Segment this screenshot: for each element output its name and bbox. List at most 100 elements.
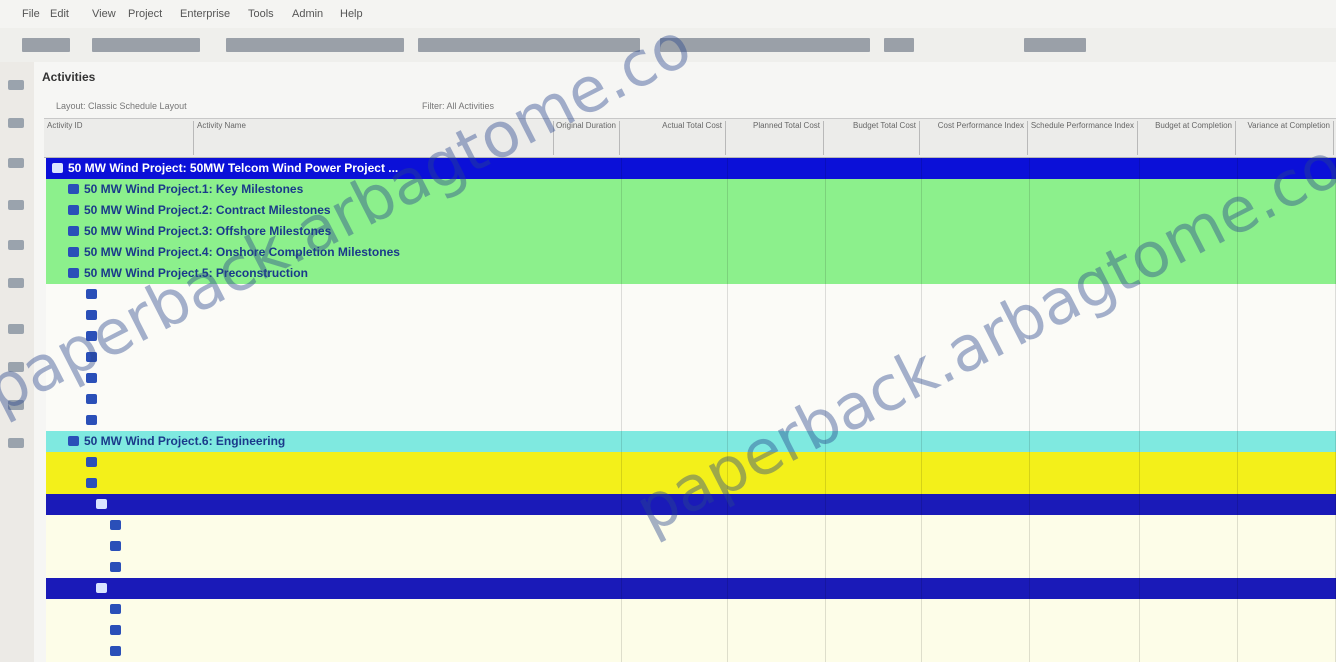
activity-icon[interactable] [110,541,121,551]
cell-divider [921,557,922,578]
nav-icon[interactable] [8,324,24,334]
menu-edit[interactable]: Edit [50,8,69,20]
cell-divider [825,431,826,452]
wbs-row[interactable] [46,452,1336,473]
wbs-icon[interactable] [68,226,79,236]
col-variance-at-completion[interactable]: Variance at Completion [1236,121,1334,155]
nav-icon[interactable] [8,362,24,372]
toolbar-group-4-icon[interactable] [418,38,640,52]
row-name: 50 MW Wind Project: 50MW Telcom Wind Pow… [68,161,399,175]
wbs-icon[interactable] [68,268,79,278]
activity-row[interactable] [46,557,1336,578]
activity-row[interactable] [46,284,1336,305]
toolbar-group-6-icon[interactable] [884,38,914,52]
cell-divider [921,494,922,515]
cell-divider [825,641,826,662]
nav-icon[interactable] [8,240,24,250]
wbs-row[interactable]: 50 MW Wind Project: 50MW Telcom Wind Pow… [46,158,1336,179]
filter-selector[interactable]: Filter: All Activities [422,101,494,111]
nav-icon[interactable] [8,278,24,288]
activity-icon[interactable] [86,352,97,362]
wbs-row[interactable]: 50 MW Wind Project.1: Key Milestones [46,179,1336,200]
activity-icon[interactable] [86,331,97,341]
wbs-row[interactable] [46,494,1336,515]
activity-row[interactable] [46,347,1336,368]
col-actual-total-cost[interactable]: Actual Total Cost [620,121,726,155]
activity-icon[interactable] [110,646,121,656]
activity-icon[interactable] [110,562,121,572]
activity-row[interactable] [46,599,1336,620]
activity-icon[interactable] [86,415,97,425]
cell-divider [727,200,728,221]
activity-row[interactable] [46,368,1336,389]
col-activity-name[interactable]: Activity Name [194,121,554,155]
cell-divider [921,179,922,200]
menu-help[interactable]: Help [340,8,363,20]
col-budget-total-cost[interactable]: Budget Total Cost [824,121,920,155]
wbs-icon[interactable] [68,184,79,194]
menu-view[interactable]: View [92,8,116,20]
nav-icon[interactable] [8,80,24,90]
cell-divider [825,305,826,326]
col-schedule-performance-index[interactable]: Schedule Performance Index [1028,121,1138,155]
menu-admin[interactable]: Admin [292,8,323,20]
nav-icon[interactable] [8,438,24,448]
toolbar-group-7-icon[interactable] [1024,38,1086,52]
activity-icon[interactable] [86,310,97,320]
activity-icon[interactable] [110,625,121,635]
toolbar-group-1-icon[interactable] [22,38,70,52]
activity-icon[interactable] [86,394,97,404]
wbs-icon[interactable] [86,457,97,467]
cell-divider [1139,578,1140,599]
activity-row[interactable] [46,305,1336,326]
activity-icon[interactable] [86,289,97,299]
activity-row[interactable] [46,515,1336,536]
menu-file[interactable]: File [22,8,40,20]
wbs-row[interactable]: 50 MW Wind Project.2: Contract Milestone… [46,200,1336,221]
activity-icon[interactable] [86,373,97,383]
cell-divider [1139,620,1140,641]
wbs-icon[interactable] [96,583,107,593]
wbs-icon[interactable] [52,163,63,173]
wbs-icon[interactable] [68,436,79,446]
cell-divider [1029,389,1030,410]
activity-icon[interactable] [110,520,121,530]
nav-icon[interactable] [8,158,24,168]
wbs-icon[interactable] [86,478,97,488]
wbs-row[interactable] [46,578,1336,599]
activity-row[interactable] [46,389,1336,410]
nav-icon[interactable] [8,400,24,410]
nav-icon[interactable] [8,200,24,210]
wbs-icon[interactable] [96,499,107,509]
wbs-row[interactable]: 50 MW Wind Project.5: Preconstruction [46,263,1336,284]
activity-row[interactable] [46,410,1336,431]
cell-divider [1029,578,1030,599]
layout-selector[interactable]: Layout: Classic Schedule Layout [56,101,187,111]
wbs-icon[interactable] [68,247,79,257]
wbs-row[interactable]: 50 MW Wind Project.4: Onshore Completion… [46,242,1336,263]
col-cost-performance-index[interactable]: Cost Performance Index [920,121,1028,155]
wbs-row[interactable]: 50 MW Wind Project.6: Engineering [46,431,1336,452]
col-original-duration[interactable]: Original Duration [554,121,620,155]
cell-divider [621,494,622,515]
nav-icon[interactable] [8,118,24,128]
wbs-icon[interactable] [68,205,79,215]
col-activity-id[interactable]: Activity ID [44,121,194,155]
activity-row[interactable] [46,536,1336,557]
wbs-row[interactable] [46,473,1336,494]
toolbar-group-2-icon[interactable] [92,38,200,52]
cell-divider [921,305,922,326]
menu-enterprise[interactable]: Enterprise [180,8,230,20]
col-planned-total-cost[interactable]: Planned Total Cost [726,121,824,155]
toolbar-group-5-icon[interactable] [660,38,870,52]
activity-icon[interactable] [110,604,121,614]
cell-divider [1139,200,1140,221]
wbs-row[interactable]: 50 MW Wind Project.3: Offshore Milestone… [46,221,1336,242]
col-budget-at-completion[interactable]: Budget at Completion [1138,121,1236,155]
menu-project[interactable]: Project [128,8,162,20]
activity-row[interactable] [46,620,1336,641]
activity-row[interactable] [46,641,1336,662]
menu-tools[interactable]: Tools [248,8,274,20]
activity-row[interactable] [46,326,1336,347]
toolbar-group-3-icon[interactable] [226,38,404,52]
